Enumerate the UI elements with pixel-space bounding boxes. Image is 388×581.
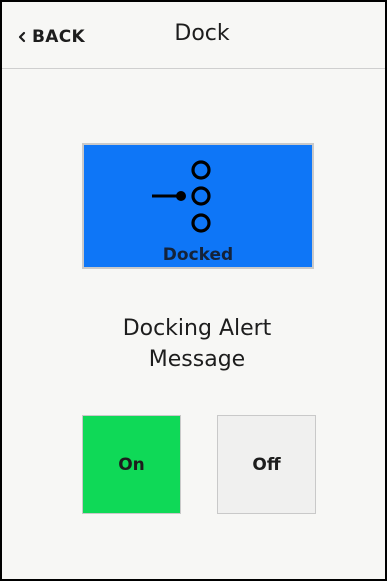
back-button[interactable]: BACK [17, 24, 85, 50]
docking-alert-label: Docking Alert Message [72, 313, 322, 375]
docking-alert-line-2: Message [148, 347, 246, 372]
page-title: Dock [174, 21, 230, 46]
docking-alert-line-1: Docking Alert [122, 316, 272, 341]
dock-status-label: Docked [162, 245, 234, 265]
back-label: BACK [32, 27, 85, 47]
chevron-left-icon [18, 31, 26, 43]
alert-off-label: Off [252, 454, 281, 475]
alert-on-button[interactable]: On [82, 415, 181, 514]
header-bar: BACK Dock [2, 2, 385, 69]
alert-off-button[interactable]: Off [217, 415, 316, 514]
dock-status-tile[interactable]: Docked [82, 143, 314, 269]
alert-on-label: On [118, 454, 145, 475]
screen-frame: BACK Dock Docked Docking Alert Message O… [0, 0, 387, 581]
dock-connection-icon [152, 160, 211, 233]
